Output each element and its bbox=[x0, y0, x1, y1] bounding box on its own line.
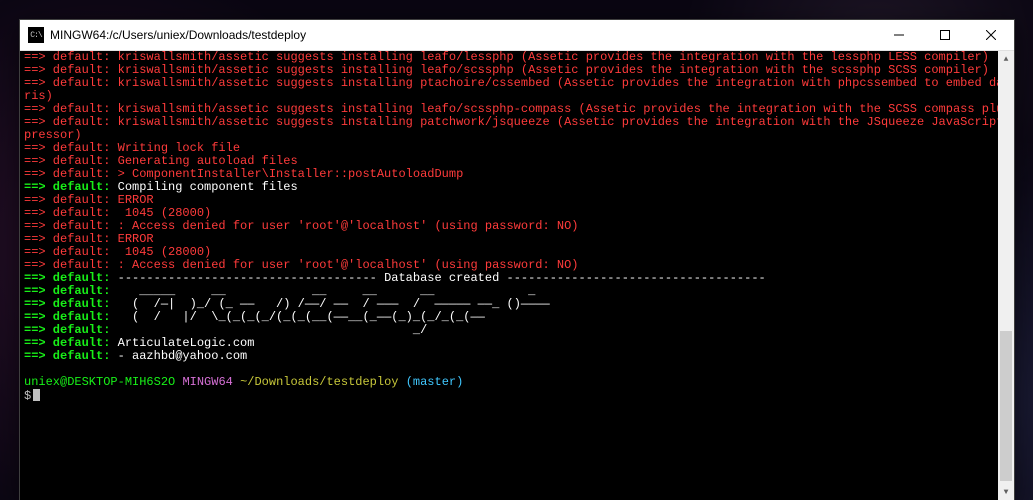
terminal-line: ==> default: kriswallsmith/assetic sugge… bbox=[24, 77, 998, 90]
desktop-background: C:\ MINGW64:/c/Users/uniex/Downloads/tes… bbox=[0, 0, 1033, 500]
terminal-line: ==> default: : Access denied for user 'r… bbox=[24, 220, 998, 233]
prompt-user-host: uniex@DESKTOP-MIH6S2O bbox=[24, 375, 175, 389]
terminal-line: ==> default: kriswallsmith/assetic sugge… bbox=[24, 116, 998, 129]
terminal-line: ==> default: Compiling component files bbox=[24, 181, 998, 194]
terminal-output: ==> default: kriswallsmith/assetic sugge… bbox=[24, 51, 998, 500]
terminal-line: ==> default: - aazhbd@yahoo.com bbox=[24, 350, 998, 363]
terminal-viewport[interactable]: ==> default: kriswallsmith/assetic sugge… bbox=[20, 51, 1014, 500]
prompt-branch: (master) bbox=[406, 375, 464, 389]
prompt-input-line[interactable]: $ bbox=[24, 389, 998, 403]
window-titlebar[interactable]: C:\ MINGW64:/c/Users/uniex/Downloads/tes… bbox=[20, 20, 1014, 51]
scroll-up-button[interactable]: ▲ bbox=[998, 51, 1014, 67]
prompt-symbol: $ bbox=[24, 389, 31, 403]
window-title: MINGW64:/c/Users/uniex/Downloads/testdep… bbox=[50, 28, 876, 42]
minimize-button[interactable] bbox=[876, 20, 922, 50]
maximize-button[interactable] bbox=[922, 20, 968, 50]
prompt-path: ~/Downloads/testdeploy bbox=[240, 375, 398, 389]
terminal-window: C:\ MINGW64:/c/Users/uniex/Downloads/tes… bbox=[19, 19, 1015, 500]
window-controls bbox=[876, 20, 1014, 50]
prompt-mingw: MINGW64 bbox=[182, 375, 232, 389]
app-icon: C:\ bbox=[28, 27, 44, 43]
scroll-down-button[interactable]: ▼ bbox=[998, 484, 1014, 500]
prompt-line: uniex@DESKTOP-MIH6S2O MINGW64 ~/Download… bbox=[24, 376, 998, 389]
scroll-thumb[interactable] bbox=[1000, 331, 1012, 481]
close-button[interactable] bbox=[968, 20, 1014, 50]
text-cursor bbox=[33, 389, 40, 401]
vertical-scrollbar[interactable]: ▲ ▼ bbox=[998, 51, 1014, 500]
